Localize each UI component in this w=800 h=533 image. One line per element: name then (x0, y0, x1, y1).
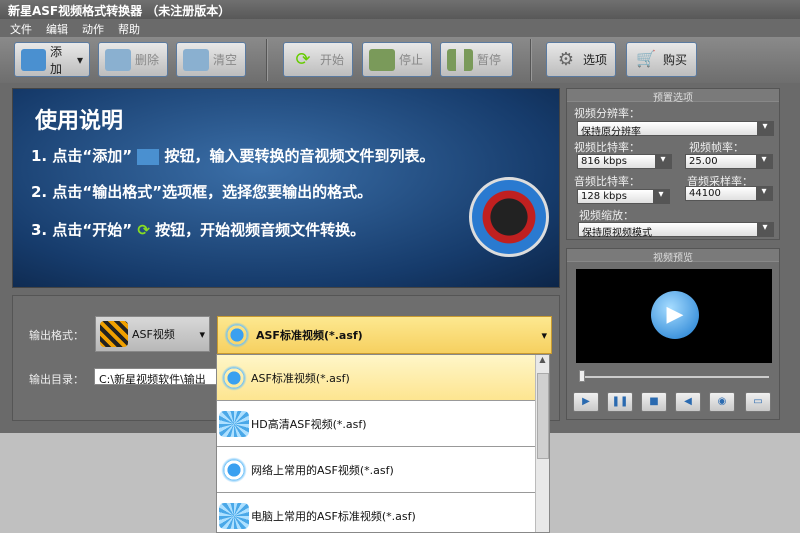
list-item[interactable]: 网络上常用的ASF视频(*.asf) (217, 447, 537, 493)
step-1: 1. 点击“添加” 按钮，输入要转换的音视频文件到列表。 (31, 145, 435, 166)
format-select[interactable]: ASF标准视频(*.asf) ▾ (217, 316, 552, 354)
abitrate-select[interactable]: 128 kbps (577, 189, 670, 204)
presets-header: 预置选项 (567, 89, 779, 104)
hd-format-icon (219, 502, 249, 529)
stop-button[interactable]: ■ (641, 392, 667, 412)
vbitrate-select[interactable]: 816 kbps (577, 154, 672, 169)
refresh-icon: ⟳ (137, 221, 150, 239)
menu-help[interactable]: 帮助 (118, 21, 140, 36)
buy-label: 购买 (663, 53, 688, 67)
start-button[interactable]: ⟳ 开始 (283, 42, 353, 77)
preview-screen: ▶ (576, 269, 772, 363)
instructions-banner: 使用说明 1. 点击“添加” 按钮，输入要转换的音视频文件到列表。 2. 点击“… (12, 88, 560, 288)
seek-handle[interactable] (579, 370, 585, 382)
seek-slider[interactable] (579, 376, 769, 378)
list-item-label: HD高清ASF视频(*.asf) (251, 417, 367, 431)
video-category-icon (100, 321, 128, 347)
format-category-select[interactable]: ASF视频 ▾ (95, 316, 210, 352)
list-item-label: 网络上常用的ASF视频(*.asf) (251, 463, 394, 477)
list-item[interactable]: HD高清ASF视频(*.asf) (217, 401, 537, 447)
resolution-select[interactable]: 保持原分辨率 (577, 121, 774, 138)
menu-bar: 文件 编辑 动作 帮助 (0, 19, 800, 37)
delete-button[interactable]: 删除 (98, 42, 168, 77)
pause-label: 暂停 (477, 53, 502, 67)
output-dir-input[interactable]: C:\新星视频软件\输出 (94, 368, 218, 385)
format-dropdown-list: ASF标准视频(*.asf) HD高清ASF视频(*.asf) 网络上常用的AS… (216, 354, 550, 533)
asf-format-icon (222, 320, 252, 350)
output-format-label: 输出格式： (29, 329, 84, 342)
step-1-b: 按钮，输入要转换的音视频文件到列表。 (164, 147, 435, 165)
buy-button[interactable]: 🛒 购买 (626, 42, 697, 77)
volume-button[interactable]: ◀ (675, 392, 701, 412)
pause-icon (447, 48, 473, 71)
play-button[interactable]: ▶ (573, 392, 599, 412)
vbitrate-label: 视频比特率： (574, 141, 640, 154)
options-label: 选项 (583, 53, 608, 67)
toolbar-divider (530, 39, 532, 81)
cart-icon: 🛒 (636, 48, 656, 68)
samplerate-select[interactable]: 44100 (685, 186, 773, 201)
presets-panel: 预置选项 视频分辨率： 保持原分辨率 视频比特率： 视频帧率： 816 kbps… (566, 88, 780, 240)
hd-format-icon (219, 410, 249, 437)
film-add-icon (21, 48, 46, 71)
step-2: 2. 点击“输出格式”选项框，选择您要输出的格式。 (31, 183, 373, 201)
list-item-label: 电脑上常用的ASF标准视频(*.asf) (251, 509, 416, 523)
stop-icon (369, 48, 395, 71)
film-add-icon (137, 148, 160, 165)
step-3-b: 按钮，开始视频音频文件转换。 (155, 221, 366, 239)
chevron-down-icon[interactable]: ▾ (77, 53, 83, 67)
options-button[interactable]: ⚙ 选项 (546, 42, 616, 77)
resolution-label: 视频分辨率： (574, 107, 640, 120)
chevron-down-icon: ▾ (541, 328, 547, 342)
scale-label: 视频缩放： (579, 209, 634, 222)
abitrate-label: 音频比特率： (574, 175, 640, 188)
step-3-a: 3. 点击“开始” (31, 221, 133, 239)
play-logo-icon (469, 177, 549, 257)
play-icon[interactable]: ▶ (651, 291, 699, 339)
scrollbar-thumb[interactable] (537, 373, 549, 459)
refresh-icon: ⟳ (295, 48, 311, 70)
list-item[interactable]: 电脑上常用的ASF标准视频(*.asf) (217, 493, 537, 532)
delete-label: 删除 (135, 53, 160, 67)
menu-action[interactable]: 动作 (82, 21, 104, 36)
snapshot-button[interactable]: ◉ (709, 392, 735, 412)
list-item[interactable]: ASF标准视频(*.asf) (217, 355, 537, 401)
format-value: ASF标准视频(*.asf) (256, 329, 363, 342)
instructions-heading: 使用说明 (35, 109, 124, 134)
step-3: 3. 点击“开始” ⟳ 按钮，开始视频音频文件转换。 (31, 219, 365, 240)
chevron-down-icon: ▾ (199, 327, 205, 341)
window-title: 新星ASF视频格式转换器 （未注册版本） (8, 4, 231, 18)
preview-header: 视频预览 (567, 249, 779, 264)
scroll-up-icon[interactable]: ▲ (536, 355, 549, 364)
asf-format-icon (219, 362, 249, 393)
output-dir-label: 输出目录： (29, 373, 84, 386)
asf-format-icon (219, 454, 249, 485)
add-label: 添加 (49, 44, 62, 76)
scrollbar[interactable]: ▲ (535, 355, 549, 532)
gear-icon: ⚙ (557, 48, 575, 70)
film-clear-icon (183, 48, 209, 71)
preview-panel: 视频预览 ▶ ▶ ❚❚ ■ ◀ ◉ ▭ (566, 248, 780, 420)
menu-file[interactable]: 文件 (10, 21, 32, 36)
add-button[interactable]: 添加 ▾ (14, 42, 90, 77)
list-item-label: ASF标准视频(*.asf) (251, 371, 350, 385)
clear-button[interactable]: 清空 (176, 42, 246, 77)
format-category-value: ASF视频 (132, 328, 175, 341)
open-folder-button[interactable]: ▭ (745, 392, 771, 412)
start-label: 开始 (320, 53, 345, 67)
stop-label: 停止 (399, 53, 424, 67)
menu-edit[interactable]: 编辑 (46, 21, 68, 36)
step-1-a: 1. 点击“添加” (31, 147, 133, 165)
scale-select[interactable]: 保持原视频模式 (578, 222, 774, 239)
fps-select[interactable]: 25.00 (685, 154, 773, 169)
film-remove-icon (105, 48, 131, 71)
title-bar: 新星ASF视频格式转换器 （未注册版本） (0, 0, 800, 19)
stop-button[interactable]: 停止 (362, 42, 432, 77)
pause-button[interactable]: 暂停 (440, 42, 513, 77)
pause-button[interactable]: ❚❚ (607, 392, 633, 412)
clear-label: 清空 (213, 53, 238, 67)
fps-label: 视频帧率： (689, 141, 744, 154)
toolbar-divider (266, 39, 268, 81)
toolbar: 添加 ▾ 删除 清空 ⟳ 开始 停止 暂停 ⚙ 选项 🛒 购买 (0, 37, 800, 83)
